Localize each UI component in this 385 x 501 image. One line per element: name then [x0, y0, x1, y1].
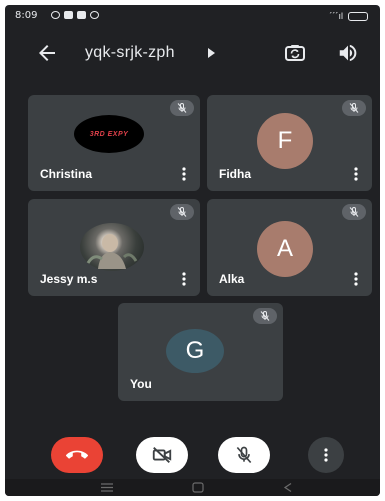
system-nav-bar [5, 479, 380, 496]
more-vert-icon[interactable] [352, 167, 360, 181]
mic-off-icon [349, 206, 359, 217]
notification-message-icon [64, 11, 73, 19]
notification-location-icon [90, 11, 99, 19]
participant-tile-jessy[interactable]: Jessy m.s [28, 199, 200, 296]
avatar-christina: 3RD EXPY [74, 115, 144, 153]
more-vert-icon[interactable] [180, 272, 188, 286]
meet-call-screen: 8:09 ´´´ıl yqk-srjk-zph 3RD EXPY Christi… [5, 5, 380, 496]
avatar-letter: G [185, 337, 205, 364]
speaker-icon[interactable] [337, 42, 359, 64]
home-nav-icon[interactable] [191, 482, 205, 493]
avatar-self: G [166, 329, 224, 373]
notification-circle-icon [51, 11, 60, 19]
notification-icons [51, 11, 99, 19]
mic-off-icon [260, 310, 270, 321]
mic-off-icon [177, 102, 187, 113]
participant-name: Alka [219, 272, 245, 286]
call-controls [5, 433, 380, 477]
back-arrow-icon[interactable] [35, 41, 59, 65]
notification-image-icon [77, 11, 86, 19]
participant-name: You [130, 377, 152, 391]
system-icons: ´´´ıl [329, 11, 368, 21]
status-time: 8:09 [15, 10, 38, 21]
mic-off-icon [349, 102, 359, 113]
mic-muted-badge [342, 204, 366, 220]
participant-tile-christina[interactable]: 3RD EXPY Christina [28, 95, 200, 191]
signal-icon: ´´´ıl [329, 11, 344, 21]
avatar-jessy-photo [80, 223, 144, 271]
participant-tile-alka[interactable]: A Alka [207, 199, 372, 296]
meeting-code-title[interactable]: yqk-srjk-zph [85, 44, 175, 62]
more-vert-icon[interactable] [352, 272, 360, 286]
end-call-button[interactable] [51, 437, 103, 473]
more-vert-icon[interactable] [180, 167, 188, 181]
participant-tile-fidha[interactable]: F Fidha [207, 95, 372, 191]
status-bar: 8:09 ´´´ıl [5, 5, 380, 27]
camera-off-icon [152, 446, 172, 464]
menu-nav-icon[interactable] [99, 482, 115, 493]
end-call-icon [66, 450, 88, 459]
more-options-button[interactable] [308, 437, 344, 473]
participant-name: Jessy m.s [40, 272, 98, 286]
avatar-caption: 3RD EXPY [89, 130, 129, 138]
mic-muted-badge [253, 308, 277, 324]
person-photo-icon [86, 234, 138, 269]
participant-tile-self[interactable]: G You [118, 303, 283, 401]
more-vert-icon [324, 448, 328, 462]
mic-muted-badge [170, 204, 194, 220]
avatar-alka: A [257, 221, 313, 277]
switch-camera-icon[interactable] [283, 41, 307, 65]
mic-muted-badge [342, 100, 366, 116]
mic-off-icon [236, 446, 252, 464]
avatar-fidha: F [257, 113, 313, 169]
camera-toggle-button[interactable] [136, 437, 188, 473]
caret-right-icon[interactable] [205, 46, 217, 60]
battery-icon [348, 11, 368, 21]
participant-name: Fidha [219, 167, 251, 181]
mic-off-icon [177, 206, 187, 217]
avatar-letter: F [277, 127, 293, 154]
participant-name: Christina [40, 167, 93, 181]
back-nav-icon[interactable] [282, 482, 294, 493]
avatar-letter: A [276, 235, 293, 262]
mic-muted-badge [170, 100, 194, 116]
app-bar: yqk-srjk-zph [5, 35, 380, 71]
microphone-toggle-button[interactable] [218, 437, 270, 473]
